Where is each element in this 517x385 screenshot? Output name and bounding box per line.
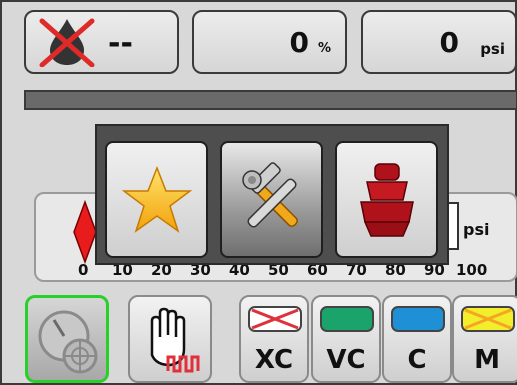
gauge-view-button[interactable]	[25, 295, 109, 383]
gauge-icon	[34, 304, 102, 380]
section-xc-indicator	[248, 306, 302, 332]
percent-unit: %	[317, 41, 331, 56]
coverage-status-box[interactable]: --	[24, 10, 179, 74]
progress-bar	[24, 90, 517, 110]
section-vc-label: VC	[326, 345, 366, 375]
coverage-value: --	[108, 26, 133, 61]
section-xc-button[interactable]: XC	[239, 295, 309, 383]
section-vc-button[interactable]: VC	[311, 295, 381, 383]
gauge-tick: 100	[456, 261, 488, 279]
tools-button[interactable]	[220, 141, 323, 258]
no-coverage-icon	[36, 17, 98, 71]
manual-mode-button[interactable]	[128, 295, 212, 383]
section-c-button[interactable]: C	[382, 295, 452, 383]
nozzle-button[interactable]	[335, 141, 438, 258]
pressure-unit: psi	[480, 40, 505, 58]
favorites-button[interactable]	[105, 141, 208, 258]
pressure-status-box[interactable]: 0 psi	[361, 10, 517, 74]
section-xc-label: XC	[254, 345, 294, 375]
section-vc-indicator	[320, 306, 374, 332]
quick-menu-popup	[95, 124, 449, 265]
section-c-label: C	[407, 345, 427, 375]
hand-icon	[138, 305, 204, 381]
section-c-indicator	[391, 306, 445, 332]
gauge-tick: 0	[78, 261, 89, 279]
section-m-label: M	[474, 345, 500, 375]
pressure-value: 0	[439, 26, 459, 59]
section-m-button[interactable]: M	[452, 295, 517, 383]
percent-value: 0	[289, 26, 309, 59]
section-m-indicator	[461, 306, 515, 332]
screen: -- 0 % 0 psi psi 0 10 20 30 40 50 60 70 …	[0, 0, 517, 385]
gauge-unit: psi	[463, 220, 490, 239]
percent-status-box[interactable]: 0 %	[192, 10, 347, 74]
